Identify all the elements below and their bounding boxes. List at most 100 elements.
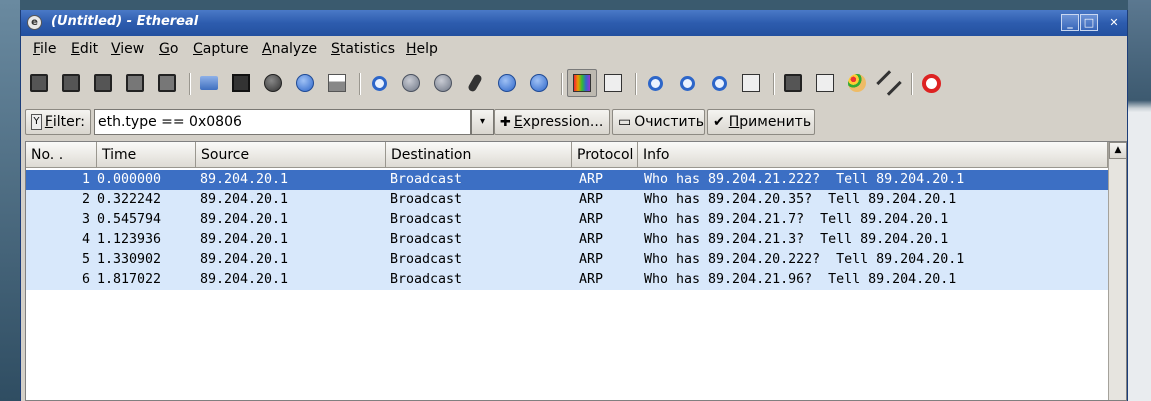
autoscroll-icon[interactable]: [601, 71, 625, 95]
apply-button[interactable]: ✔ Применить: [707, 109, 815, 135]
cell-protocol: ARP: [579, 192, 604, 207]
desktop-background-right: [1128, 0, 1151, 401]
toolbar-separator: [635, 73, 637, 95]
toolbar-separator: [359, 73, 361, 95]
cell-info: Who has 89.204.21.3? Tell 89.204.20.1: [644, 232, 949, 247]
packet-rows: 1 0.000000 89.204.20.1 Broadcast ARP Who…: [26, 170, 1108, 290]
capture-stop-icon[interactable]: [123, 71, 147, 95]
menu-statistics[interactable]: Statistics: [331, 41, 395, 57]
menu-file[interactable]: File: [33, 41, 56, 57]
last-icon[interactable]: [527, 71, 551, 95]
zoom-in-icon[interactable]: [643, 71, 667, 95]
save-icon[interactable]: [229, 71, 253, 95]
colorize-icon[interactable]: [567, 69, 597, 97]
packet-row[interactable]: 1 0.000000 89.204.20.1 Broadcast ARP Who…: [26, 170, 1108, 190]
packet-list[interactable]: No. . Time Source Destination Protocol I…: [25, 141, 1127, 401]
cell-destination: Broadcast: [390, 272, 463, 287]
cell-info: Who has 89.204.21.222? Tell 89.204.20.1: [644, 172, 965, 187]
title-bar[interactable]: e (Untitled) - Ethereal _ □ ✕: [21, 10, 1127, 36]
column-header-time[interactable]: Time: [97, 142, 196, 168]
main-toolbar: [21, 66, 1127, 102]
clear-button[interactable]: ▭ Очистить: [612, 109, 705, 135]
cell-time: 1.330902: [97, 252, 162, 267]
packet-row[interactable]: 6 1.817022 89.204.20.1 Broadcast ARP Who…: [26, 270, 1108, 290]
ethereal-app-icon[interactable]: e: [27, 15, 42, 30]
cell-time: 1.817022: [97, 272, 162, 287]
cell-info: Who has 89.204.21.7? Tell 89.204.20.1: [644, 212, 949, 227]
toolbar-separator: [189, 73, 191, 95]
cell-no: 1: [81, 172, 90, 187]
cell-no: 6: [81, 272, 90, 287]
minimize-button[interactable]: _: [1061, 14, 1079, 31]
goto-icon[interactable]: [463, 71, 487, 95]
menu-go[interactable]: Go: [159, 41, 178, 57]
filter-label-key: F: [44, 114, 53, 130]
cell-source: 89.204.20.1: [200, 192, 289, 207]
menu-bar: File Edit View Go Capture Analyze Statis…: [21, 38, 1127, 62]
cell-source: 89.204.20.1: [200, 272, 289, 287]
cell-info: Who has 89.204.20.35? Tell 89.204.20.1: [644, 192, 957, 207]
back-icon[interactable]: [399, 71, 423, 95]
column-header-no[interactable]: No. .: [26, 142, 97, 168]
zoom-out-icon[interactable]: [675, 71, 699, 95]
scroll-up-button[interactable]: ▲: [1109, 142, 1126, 159]
print-icon[interactable]: [325, 71, 349, 95]
filter-dropdown-button[interactable]: ▾: [471, 109, 494, 135]
capture-options-icon[interactable]: [59, 71, 83, 95]
cell-destination: Broadcast: [390, 232, 463, 247]
cell-time: 0.322242: [97, 192, 162, 207]
maximize-button[interactable]: □: [1080, 14, 1098, 31]
close-button[interactable]: ✕: [1105, 14, 1123, 31]
interfaces-icon[interactable]: [27, 71, 51, 95]
capture-start-icon[interactable]: [91, 71, 115, 95]
filter-input[interactable]: [94, 109, 471, 135]
find-icon[interactable]: [367, 71, 391, 95]
close-icon[interactable]: [261, 71, 285, 95]
cell-no: 5: [81, 252, 90, 267]
packet-row[interactable]: 4 1.123936 89.204.20.1 Broadcast ARP Who…: [26, 230, 1108, 250]
cell-destination: Broadcast: [390, 172, 463, 187]
packet-row[interactable]: 2 0.322242 89.204.20.1 Broadcast ARP Who…: [26, 190, 1108, 210]
check-icon: ✔: [713, 114, 725, 130]
cell-protocol: ARP: [579, 272, 604, 287]
column-header-protocol[interactable]: Protocol: [572, 142, 638, 168]
desktop-background-left: [0, 0, 20, 401]
forward-icon[interactable]: [431, 71, 455, 95]
expression-button[interactable]: ✚ Expression...: [494, 109, 610, 135]
reload-icon[interactable]: [293, 71, 317, 95]
cell-source: 89.204.20.1: [200, 252, 289, 267]
help-icon[interactable]: [919, 71, 943, 95]
open-icon[interactable]: [197, 71, 221, 95]
column-header-destination[interactable]: Destination: [386, 142, 572, 168]
menu-edit[interactable]: Edit: [71, 41, 98, 57]
menu-capture[interactable]: Capture: [193, 41, 249, 57]
cell-source: 89.204.20.1: [200, 212, 289, 227]
filter-toolbar: Y Filter: ▾ ✚Expression... ▭Очистить ✔Пр…: [21, 106, 1127, 138]
preferences-icon[interactable]: [876, 70, 902, 96]
packet-row[interactable]: 5 1.330902 89.204.20.1 Broadcast ARP Who…: [26, 250, 1108, 270]
filter-button[interactable]: Y Filter:: [25, 109, 91, 135]
packet-list-header: No. . Time Source Destination Protocol I…: [26, 142, 1108, 168]
cell-protocol: ARP: [579, 232, 604, 247]
resize-columns-icon[interactable]: [739, 71, 763, 95]
packet-row[interactable]: 3 0.545794 89.204.20.1 Broadcast ARP Who…: [26, 210, 1108, 230]
display-filter-icon[interactable]: [813, 71, 837, 95]
capture-restart-icon[interactable]: [155, 71, 179, 95]
toolbar-separator: [773, 73, 775, 95]
filter-icon: Y: [31, 114, 42, 130]
cell-time: 0.000000: [97, 172, 162, 187]
first-icon[interactable]: [495, 71, 519, 95]
menu-help[interactable]: Help: [406, 41, 438, 57]
menu-analyze[interactable]: Analyze: [262, 41, 317, 57]
cell-time: 1.123936: [97, 232, 162, 247]
capture-filter-icon[interactable]: [781, 71, 805, 95]
cell-time: 0.545794: [97, 212, 162, 227]
cell-protocol: ARP: [579, 172, 604, 187]
coloring-rules-icon[interactable]: [845, 71, 869, 95]
zoom-normal-icon[interactable]: [707, 71, 731, 95]
column-header-info[interactable]: Info: [638, 142, 1108, 168]
vertical-scrollbar[interactable]: ▲: [1108, 142, 1126, 400]
menu-view[interactable]: View: [111, 41, 144, 57]
cell-protocol: ARP: [579, 212, 604, 227]
column-header-source[interactable]: Source: [196, 142, 386, 168]
